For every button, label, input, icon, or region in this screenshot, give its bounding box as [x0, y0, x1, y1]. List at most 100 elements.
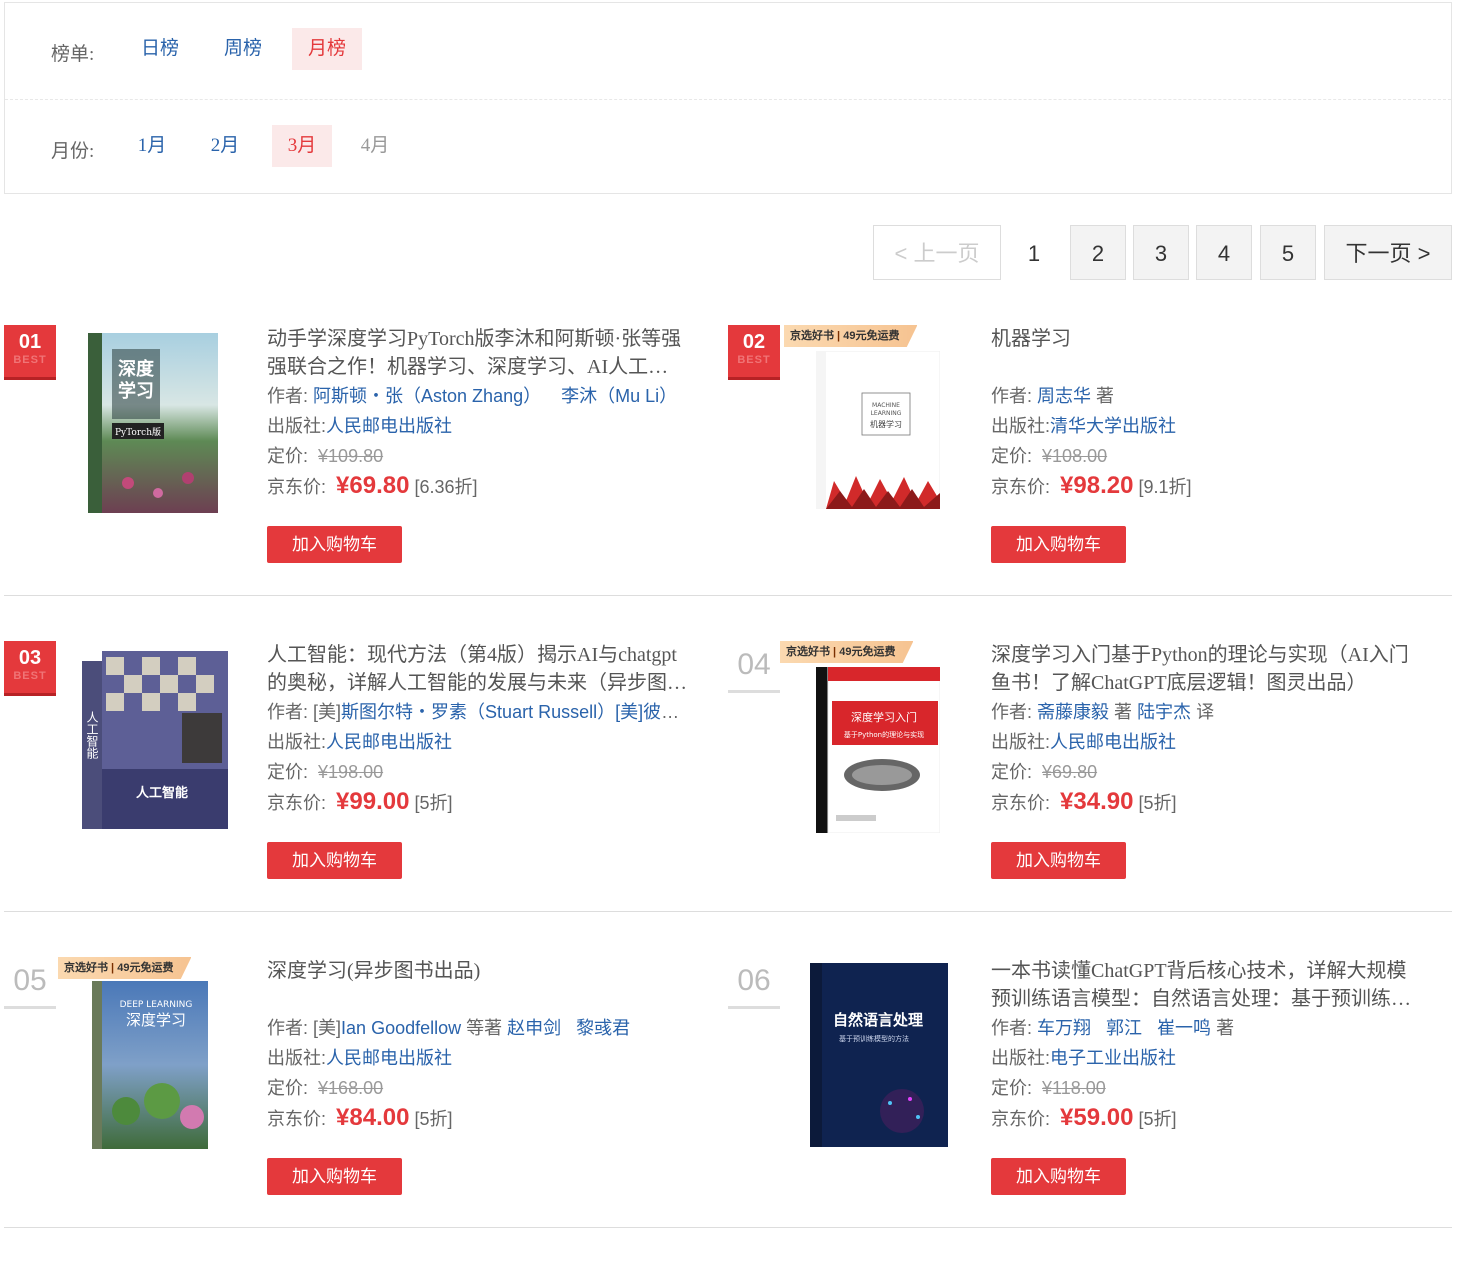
- best-label: BEST: [737, 354, 771, 366]
- svg-text:基于Python的理论与实现: 基于Python的理论与实现: [844, 730, 924, 739]
- publisher-link[interactable]: 人民邮电出版社: [1050, 732, 1176, 752]
- author-link[interactable]: 郭江: [1106, 1018, 1142, 1038]
- author-link[interactable]: 车万翔: [1037, 1018, 1091, 1038]
- list-price: ¥118.00: [1042, 1078, 1106, 1098]
- author-link[interactable]: 斯图尔特・罗素（Stuart Russell）[美]彼得・诺维格: [341, 702, 687, 722]
- add-to-cart-button[interactable]: 加入购物车: [991, 526, 1126, 563]
- book-cover[interactable]: 深度学习入门 基于Python的理论与实现: [816, 667, 940, 833]
- svg-text:MACHINE: MACHINE: [872, 402, 900, 409]
- book-info: 一本书读懂ChatGPT背后核心技术，详解大规模预训练语言模型：自然语言处理：基…: [991, 957, 1411, 1133]
- book-title[interactable]: 深度学习(异步图书出品): [267, 957, 687, 1013]
- svg-text:机器学习: 机器学习: [870, 419, 902, 429]
- best-label: BEST: [13, 354, 47, 366]
- publisher-link[interactable]: 电子工业出版社: [1050, 1048, 1176, 1068]
- add-to-cart-button[interactable]: 加入购物车: [267, 1158, 402, 1195]
- translator-link[interactable]: 赵申剑: [507, 1018, 561, 1038]
- option-monthly[interactable]: 月榜: [292, 28, 362, 70]
- list-price: ¥108.00: [1042, 446, 1108, 466]
- jd-price-label: 京东价:: [991, 477, 1051, 497]
- rank-badge: 04: [728, 641, 780, 693]
- publisher-link[interactable]: 人民邮电出版社: [326, 732, 452, 752]
- book-cover[interactable]: 深度 学习 PyTorch版: [88, 333, 218, 513]
- book-title[interactable]: 一本书读懂ChatGPT背后核心技术，详解大规模预训练语言模型：自然语言处理：基…: [991, 957, 1411, 1013]
- page-4[interactable]: 4: [1196, 225, 1252, 280]
- svg-text:学习: 学习: [118, 380, 154, 402]
- jd-price-label: 京东价:: [267, 477, 327, 497]
- jd-price-line: 京东价: ¥84.00 [5折]: [267, 1103, 687, 1133]
- page-3[interactable]: 3: [1133, 225, 1189, 280]
- prev-page-button[interactable]: < 上一页: [873, 225, 1001, 280]
- page-2[interactable]: 2: [1070, 225, 1126, 280]
- promo-text: 49元免运费: [843, 330, 900, 342]
- book-item: 03 BEST 人工智能 人工智能 人工智能：现代方法（第4版）揭示AI与cha…: [4, 641, 728, 957]
- book-title[interactable]: 机器学习: [991, 325, 1411, 381]
- promo-tag: 京选好书 | 49元免运费: [780, 641, 914, 663]
- author-line: 作者: 周志华 著: [991, 381, 1411, 411]
- book-cover[interactable]: 自然语言处理 基于预训练模型的方法: [810, 963, 948, 1147]
- translator-link[interactable]: 黎彧君: [576, 1018, 630, 1038]
- promo-text: 49元免运费: [117, 962, 174, 974]
- svg-text:基于预训练模型的方法: 基于预训练模型的方法: [839, 1034, 909, 1043]
- add-to-cart-button[interactable]: 加入购物车: [267, 842, 402, 879]
- jd-price: ¥84.00: [336, 1104, 410, 1131]
- book-title[interactable]: 人工智能：现代方法（第4版）揭示AI与chatgpt的奥秘，详解人工智能的发展与…: [267, 641, 687, 697]
- month-4[interactable]: 4月: [355, 125, 395, 167]
- author-link[interactable]: 李沐（Mu Li）: [561, 386, 677, 406]
- publisher-link[interactable]: 清华大学出版社: [1050, 416, 1176, 436]
- add-to-cart-button[interactable]: 加入购物车: [991, 842, 1126, 879]
- rank-badge: 05: [4, 957, 56, 1009]
- option-daily[interactable]: 日榜: [132, 28, 188, 70]
- author-link[interactable]: Ian Goodfellow: [341, 1018, 461, 1038]
- list-price-line: 定价: ¥109.80: [267, 441, 687, 471]
- svg-text:PyTorch版: PyTorch版: [115, 426, 161, 438]
- rank-badge: 06: [728, 957, 780, 1009]
- book-cover[interactable]: MACHINE LEARNING 机器学习: [816, 351, 940, 509]
- book-cover[interactable]: 人工智能 人工智能: [82, 651, 228, 829]
- page-1[interactable]: 1: [1006, 225, 1062, 280]
- svg-text:LEARNING: LEARNING: [871, 410, 902, 417]
- translator-link[interactable]: 陆宇杰: [1137, 702, 1191, 722]
- rank-number: 04: [737, 648, 771, 681]
- author-label: 作者:: [991, 1018, 1033, 1038]
- add-to-cart-button[interactable]: 加入购物车: [991, 1158, 1126, 1195]
- author-label: 作者:: [267, 1018, 309, 1038]
- svg-text:DEEP LEARNING: DEEP LEARNING: [120, 1000, 193, 1010]
- jd-price-label: 京东价:: [991, 1109, 1051, 1129]
- discount: [5折]: [1138, 793, 1177, 813]
- jd-price: ¥98.20: [1060, 472, 1134, 499]
- row-divider: [4, 911, 1452, 912]
- author-role: 著: [1096, 386, 1115, 406]
- author-label: 作者:: [267, 702, 309, 722]
- author-link[interactable]: 周志华: [1037, 386, 1091, 406]
- promo-brand: 京选好书: [64, 962, 108, 974]
- month-2[interactable]: 2月: [205, 125, 245, 167]
- publisher-line: 出版社:人民邮电出版社: [991, 727, 1411, 757]
- book-title[interactable]: 动手学深度学习PyTorch版李沐和阿斯顿·张等强强联合之作！机器学习、深度学习…: [267, 325, 687, 381]
- promo-text: 49元免运费: [839, 646, 896, 658]
- rank-number: 06: [737, 964, 771, 997]
- rank-number: 01: [18, 331, 42, 353]
- book-item: 01 BEST 深度 学习 PyTorch版 动手学深度学习PyTorch版李沐…: [4, 325, 728, 641]
- book-cover[interactable]: DEEP LEARNING 深度学习: [92, 981, 208, 1149]
- author-link[interactable]: 斋藤康毅: [1037, 702, 1109, 722]
- option-weekly[interactable]: 周榜: [215, 28, 271, 70]
- add-to-cart-button[interactable]: 加入购物车: [267, 526, 402, 563]
- list-price-label: 定价:: [991, 446, 1033, 466]
- month-1[interactable]: 1月: [132, 125, 172, 167]
- month-3[interactable]: 3月: [272, 125, 332, 167]
- author-link[interactable]: 阿斯顿・张（Aston Zhang）: [313, 386, 541, 406]
- publisher-link[interactable]: 人民邮电出版社: [326, 1048, 452, 1068]
- author-link[interactable]: 崔一鸣: [1157, 1018, 1211, 1038]
- list-price-line: 定价: ¥108.00: [991, 441, 1411, 471]
- svg-text:人工智能: 人工智能: [85, 711, 99, 759]
- book-title[interactable]: 深度学习入门基于Python的理论与实现（AI入门鱼书！了解ChatGPT底层逻…: [991, 641, 1411, 697]
- publisher-line: 出版社:清华大学出版社: [991, 411, 1411, 441]
- book-item: 04 京选好书 | 49元免运费 深度学习入门 基于Python的理论与实现 深…: [728, 641, 1452, 957]
- publisher-label: 出版社:: [991, 732, 1051, 752]
- publisher-link[interactable]: 人民邮电出版社: [326, 416, 452, 436]
- author-line: 作者: 斋藤康毅 著 陆宇杰 译: [991, 697, 1411, 727]
- next-page-button[interactable]: 下一页 >: [1324, 225, 1452, 280]
- publisher-label: 出版社:: [267, 416, 327, 436]
- page-5[interactable]: 5: [1260, 225, 1316, 280]
- list-price: ¥109.80: [318, 446, 384, 466]
